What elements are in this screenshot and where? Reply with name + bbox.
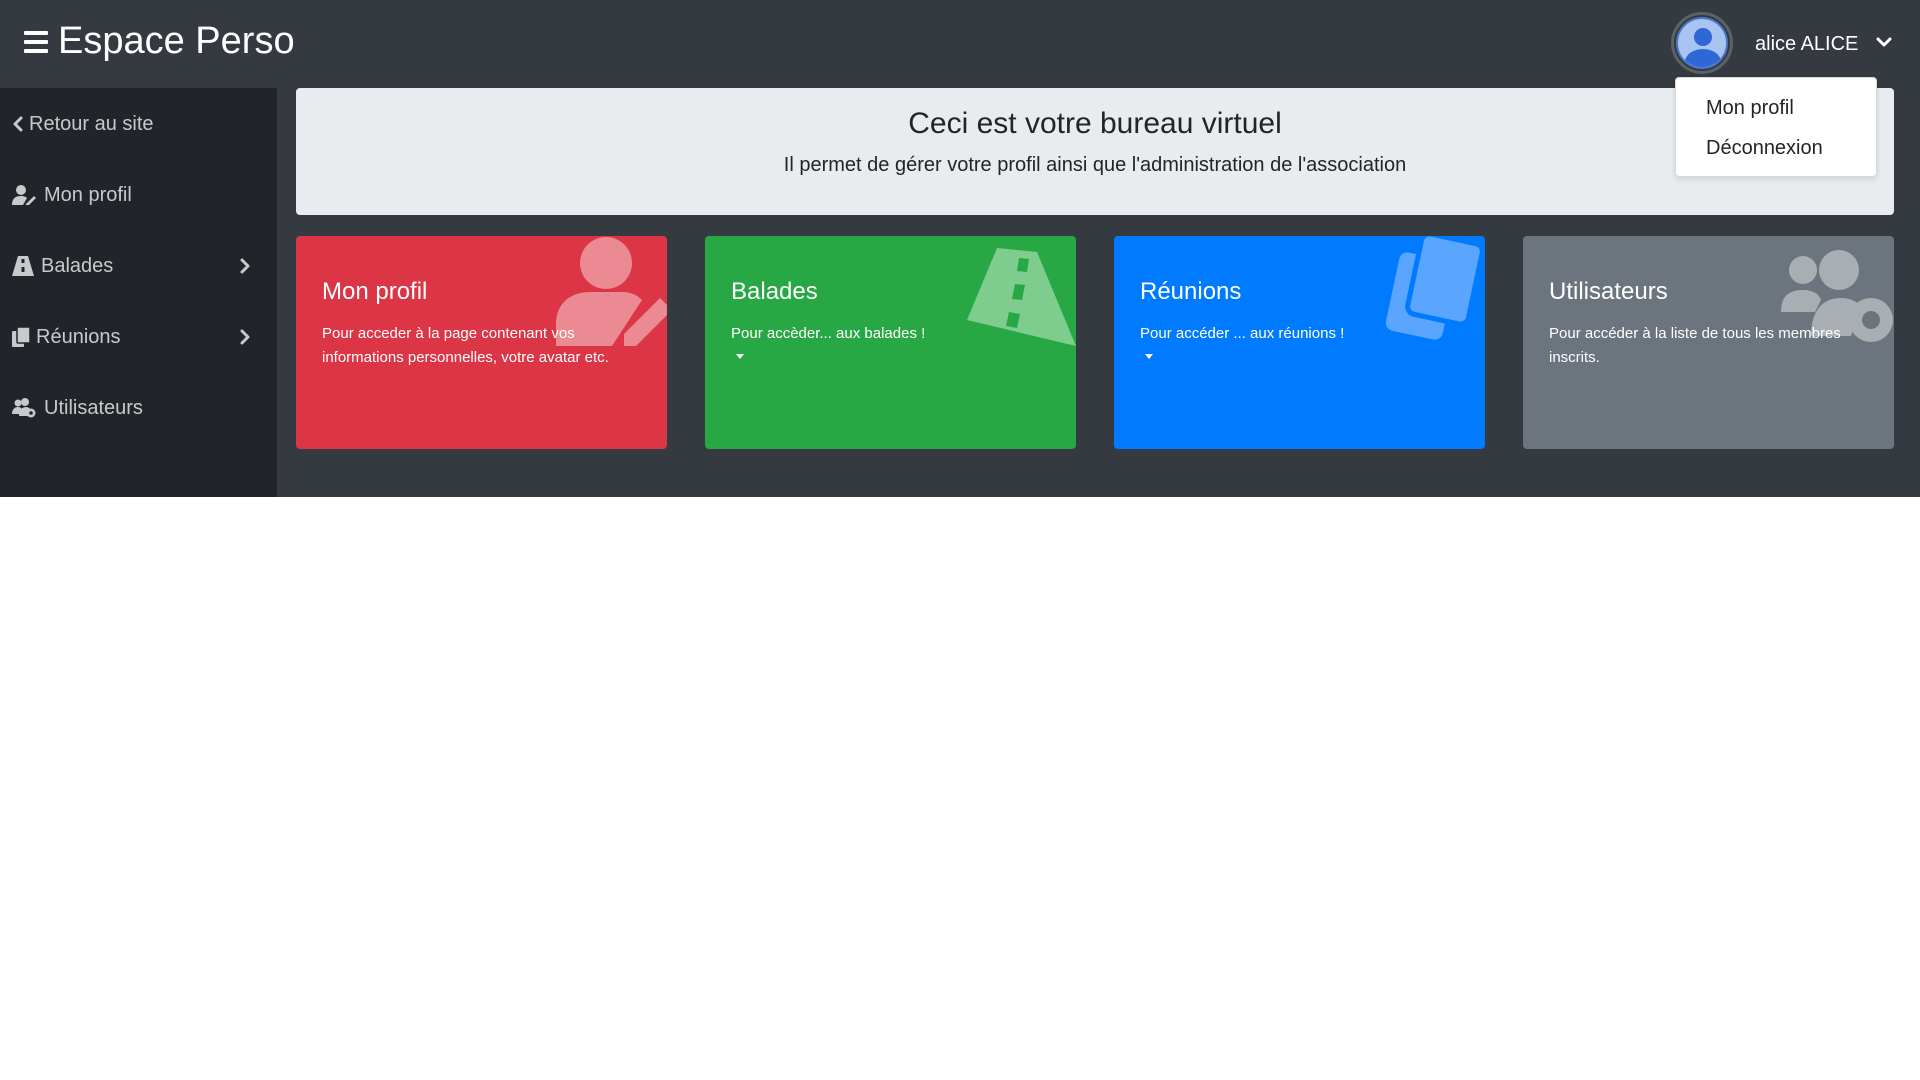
sidebar-item-reunions[interactable]: Réunions — [0, 317, 277, 357]
sidebar-item-label: Utilisateurs — [44, 397, 143, 419]
card-mon-profil[interactable]: Mon profil Pour acceder à la page conten… — [296, 236, 667, 449]
menu-toggle-icon[interactable] — [24, 31, 48, 53]
sidebar-item-label: Mon profil — [44, 184, 132, 206]
card-description: Pour accéder à la liste de tous les memb… — [1549, 325, 1841, 366]
card-description: Pour acceder à la page contenant vos inf… — [322, 325, 609, 366]
road-icon — [12, 256, 34, 276]
user-dropdown-menu: Mon profil Déconnexion — [1675, 77, 1877, 177]
avatar[interactable] — [1671, 12, 1733, 74]
sidebar-item-balades[interactable]: Balades — [0, 246, 277, 286]
chevron-right-icon — [240, 258, 250, 274]
chevron-left-icon — [13, 116, 23, 132]
chevron-right-icon — [240, 329, 250, 345]
sidebar-item-label: Retour au site — [29, 113, 154, 135]
card-utilisateurs[interactable]: Utilisateurs Pour accéder à la liste de … — [1523, 236, 1894, 449]
sidebar-item-label: Balades — [41, 255, 114, 277]
card-title: Réunions — [1140, 278, 1242, 305]
page-subtitle: Il permet de gérer votre profil ainsi qu… — [783, 154, 1407, 176]
card-title: Mon profil — [322, 278, 428, 305]
sidebar-item-profile[interactable]: Mon profil — [0, 175, 277, 215]
sidebar-item-back-to-site[interactable]: Retour au site — [0, 104, 277, 144]
sidebar: Retour au site Mon profil Balades Réunio… — [0, 88, 277, 497]
app-shell: Espace Perso alice ALICE Mon profil Déco… — [0, 0, 1920, 497]
card-title: Utilisateurs — [1549, 278, 1668, 305]
dropdown-item-logout[interactable]: Déconnexion — [1706, 135, 1823, 161]
top-navbar: Espace Perso alice ALICE Mon profil Déco… — [0, 0, 1920, 177]
welcome-jumbotron: Ceci est votre bureau virtuel Il permet … — [296, 88, 1894, 215]
card-balades[interactable]: Balades Pour accèder... aux balades ! — [705, 236, 1076, 449]
card-description: Pour accéder ... aux réunions ! — [1140, 325, 1345, 342]
card-title: Balades — [731, 278, 818, 305]
chevron-down-icon[interactable] — [1876, 34, 1892, 50]
user-edit-icon — [12, 185, 36, 205]
card-reunions[interactable]: Réunions Pour accéder ... aux réunions ! — [1114, 236, 1485, 449]
page-title: Ceci est votre bureau virtuel — [908, 107, 1282, 140]
dropdown-item-profile[interactable]: Mon profil — [1706, 95, 1794, 121]
copy-icon — [12, 327, 30, 347]
brand-title[interactable]: Espace Perso — [58, 16, 295, 66]
sidebar-item-label: Réunions — [36, 326, 121, 348]
caret-down-icon[interactable] — [735, 352, 745, 360]
user-name[interactable]: alice ALICE — [1755, 30, 1858, 58]
sidebar-item-utilisateurs[interactable]: Utilisateurs — [0, 388, 277, 428]
caret-down-icon[interactable] — [1144, 352, 1154, 360]
card-description: Pour accèder... aux balades ! — [731, 325, 926, 342]
users-cog-icon — [12, 398, 36, 418]
